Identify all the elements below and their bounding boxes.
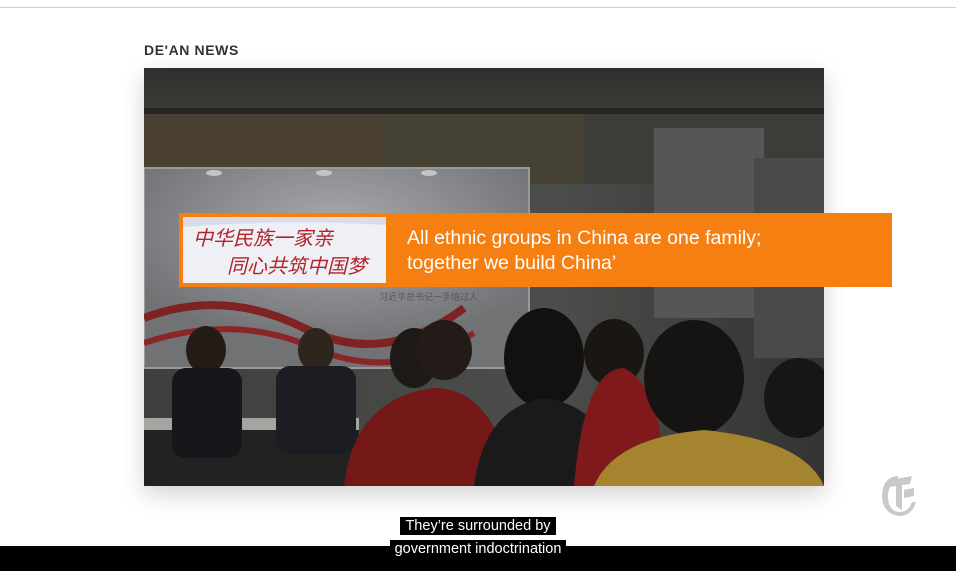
banner-line2: 同心共筑中国梦 bbox=[227, 254, 370, 278]
nyt-t-logo-icon bbox=[876, 470, 920, 522]
video-source-label: DE'AN NEWS bbox=[144, 42, 239, 58]
subtitle-line2-text: government indoctrination bbox=[389, 540, 567, 558]
top-divider bbox=[0, 7, 956, 8]
banner-line1: 中华民族一家亲 bbox=[193, 226, 335, 250]
subtitle-line1-text: They’re surrounded by bbox=[400, 517, 556, 535]
translation-text: All ethnic groups in China are one famil… bbox=[407, 226, 877, 276]
translation-line2: together we build China’ bbox=[407, 252, 617, 274]
subtitle-line2: government indoctrination bbox=[0, 539, 956, 560]
banner-closeup-thumbnail: 中华民族一家亲 同心共筑中国梦 bbox=[183, 217, 386, 283]
translation-callout: 中华民族一家亲 同心共筑中国梦 All ethnic groups in Chi… bbox=[179, 213, 892, 287]
subtitle-line1: They’re surrounded by bbox=[0, 516, 956, 537]
translation-line1: All ethnic groups in China are one famil… bbox=[407, 227, 762, 249]
